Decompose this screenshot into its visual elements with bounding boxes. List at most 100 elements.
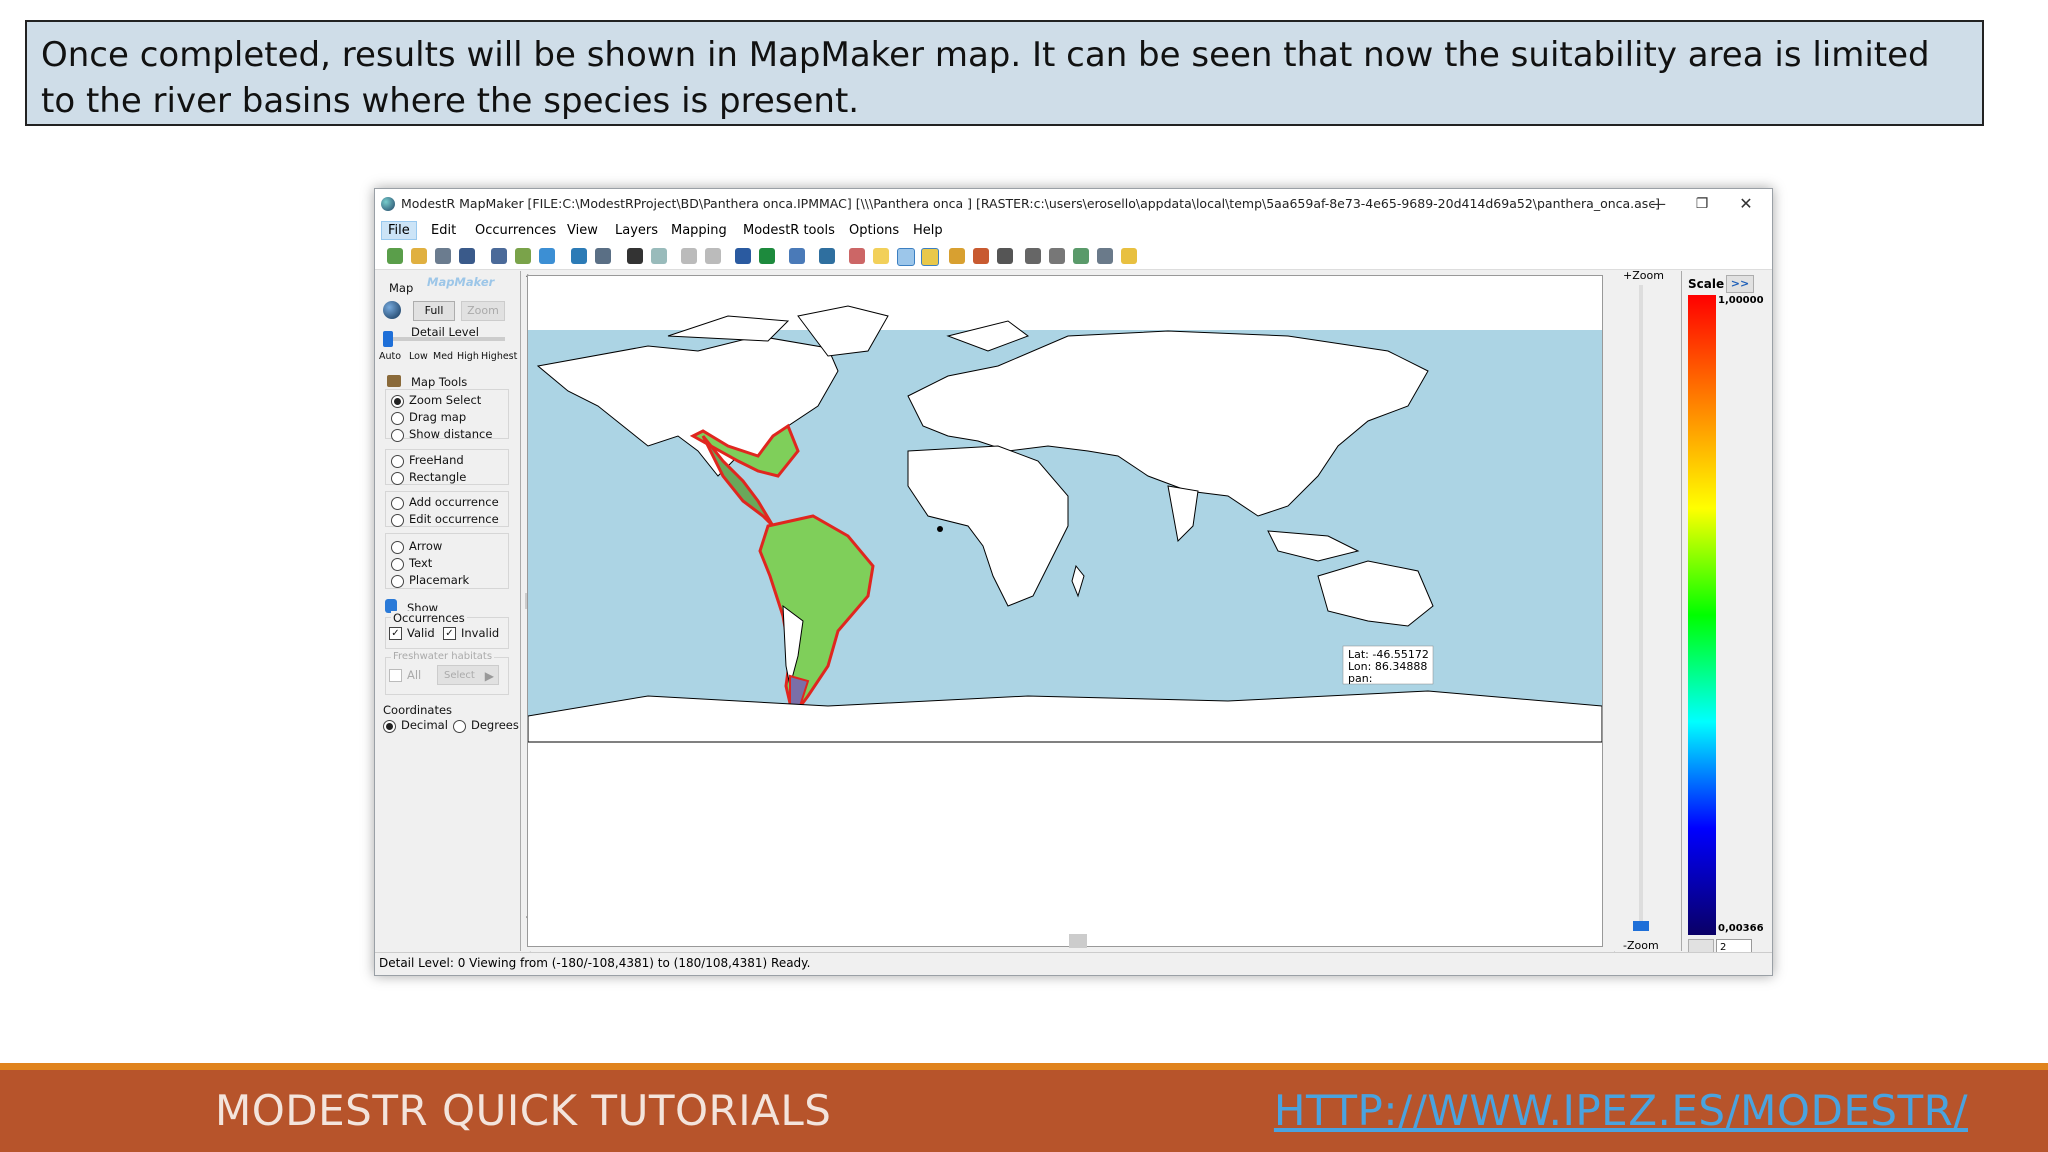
zoom-select-radio[interactable] <box>391 395 404 408</box>
scale-panel: Scale >> 1,00000 0,00366 2 <box>1681 271 1770 957</box>
close-button[interactable]: ✕ <box>1724 191 1768 217</box>
menu-help[interactable]: Help <box>907 222 949 239</box>
highlight-icon[interactable] <box>873 248 889 264</box>
map-h-scroll-thumb[interactable] <box>1069 934 1087 948</box>
zoom-globe-icon[interactable] <box>735 248 751 264</box>
arrow-radio[interactable] <box>391 541 404 554</box>
app-globe-icon <box>381 197 395 211</box>
footer: MODESTR QUICK TUTORIALS HTTP://WWW.IPEZ.… <box>0 1070 2048 1152</box>
drag-map-radio[interactable] <box>391 412 404 425</box>
menu-mapping[interactable]: Mapping <box>665 222 733 239</box>
placemark-radio[interactable] <box>391 575 404 588</box>
menu-file[interactable]: File <box>381 221 417 240</box>
map-canvas[interactable]: Lat: -46.55172 Lon: 86.34888 pan: <box>527 275 1603 947</box>
tooltip-pan: pan: <box>1348 672 1372 685</box>
zoom-minus-label: -Zoom <box>1623 939 1659 952</box>
restore-button[interactable]: ❐ <box>1680 191 1724 217</box>
status-text: Detail Level: 0 Viewing from (-180/-108,… <box>379 956 811 970</box>
grid-analysis-icon[interactable] <box>1049 248 1065 264</box>
decimal-radio[interactable] <box>383 720 396 733</box>
refresh-icon[interactable] <box>789 248 805 264</box>
window-title: ModestR MapMaker [FILE:C:\ModestRProject… <box>401 196 1661 211</box>
freehand-label: FreeHand <box>409 453 464 467</box>
open-folder-icon[interactable] <box>411 248 427 264</box>
detail-slider-thumb[interactable] <box>383 331 393 347</box>
show-distance-label: Show distance <box>409 427 493 441</box>
add-occurrence-radio[interactable] <box>391 497 404 510</box>
rectangle-label: Rectangle <box>409 470 467 484</box>
habitat-icon[interactable] <box>1073 248 1089 264</box>
rectangle-radio[interactable] <box>391 472 404 485</box>
edit-map-icon[interactable] <box>595 248 611 264</box>
select-tool-icon[interactable] <box>897 248 915 266</box>
invalid-checkbox[interactable]: ✓ <box>443 627 456 640</box>
all-checkbox[interactable] <box>389 669 402 682</box>
menu-layers[interactable]: Layers <box>609 222 664 239</box>
export-icon[interactable] <box>539 248 555 264</box>
print-icon[interactable] <box>627 248 643 264</box>
redo-icon[interactable] <box>705 248 721 264</box>
menu-bar: File Edit Occurrences View Layers Mappin… <box>375 219 1772 243</box>
freshwater-label: Freshwater habitats <box>391 651 495 662</box>
map-label: Map <box>389 281 414 295</box>
full-button[interactable]: Full <box>413 301 455 321</box>
scale-expand-button[interactable]: >> <box>1726 275 1754 293</box>
antarctica <box>527 690 1603 743</box>
occurrence-point <box>937 526 943 532</box>
navigate-icon[interactable] <box>819 248 835 264</box>
menu-view[interactable]: View <box>561 222 604 239</box>
color-scale-gradient <box>1688 295 1716 935</box>
menu-modestr-tools[interactable]: ModestR tools <box>737 222 841 239</box>
zoom-button[interactable]: Zoom <box>461 301 505 321</box>
text-radio[interactable] <box>391 558 404 571</box>
zoom-plus-label: +Zoom <box>1623 269 1664 282</box>
globe-icon[interactable] <box>571 248 587 264</box>
anchor-icon[interactable] <box>1097 248 1113 264</box>
select-button[interactable]: Select ▶ <box>437 665 499 685</box>
image-icon[interactable] <box>651 248 667 264</box>
degrees-radio[interactable] <box>453 720 466 733</box>
footer-link[interactable]: HTTP://WWW.IPEZ.ES/MODESTR/ <box>1274 1086 1968 1135</box>
detail-high: High <box>457 351 479 362</box>
scale-min-label: 0,00366 <box>1718 923 1764 934</box>
play-icon: ▶ <box>484 669 494 683</box>
invalid-label: Invalid <box>461 626 500 640</box>
undo-icon[interactable] <box>681 248 697 264</box>
menu-edit[interactable]: Edit <box>425 222 462 239</box>
raster-tool-icon[interactable] <box>921 248 939 266</box>
globe-settings-icon[interactable] <box>459 248 475 264</box>
text-label: Text <box>409 556 433 570</box>
new-map-icon[interactable] <box>387 248 403 264</box>
edit-occurrence-icon[interactable] <box>849 248 865 264</box>
valid-checkbox[interactable]: ✓ <box>389 627 402 640</box>
freehand-radio[interactable] <box>391 455 404 468</box>
drag-map-label: Drag map <box>409 410 467 424</box>
arctic-islands <box>667 315 790 342</box>
scale-max-label: 1,00000 <box>1718 295 1764 306</box>
zoom-thumb[interactable] <box>1633 921 1649 931</box>
menu-occurrences[interactable]: Occurrences <box>469 222 562 239</box>
pencil-icon[interactable] <box>949 248 965 264</box>
callout-text: Once completed, results will be shown in… <box>41 35 1930 121</box>
zoom-track <box>1639 285 1643 925</box>
footer-accent-line <box>0 1063 2048 1070</box>
detail-slider-track <box>383 337 505 341</box>
menu-options[interactable]: Options <box>843 222 905 239</box>
decimal-label: Decimal <box>401 718 448 732</box>
toolbar <box>375 243 1772 270</box>
world-icon[interactable] <box>759 248 775 264</box>
detail-highest: Highest <box>481 351 518 362</box>
show-distance-radio[interactable] <box>391 429 404 442</box>
import-icon[interactable] <box>435 248 451 264</box>
minimize-button[interactable]: — <box>1636 191 1680 217</box>
layers-icon[interactable] <box>515 248 531 264</box>
degrees-label: Degrees <box>471 718 519 732</box>
analysis-icon[interactable] <box>1025 248 1041 264</box>
export-image-icon[interactable] <box>1121 248 1137 264</box>
lambda-icon[interactable] <box>973 248 989 264</box>
save-icon[interactable] <box>491 248 507 264</box>
filter-icon[interactable] <box>997 248 1013 264</box>
edit-occurrence-radio[interactable] <box>391 514 404 527</box>
footer-title: MODESTR QUICK TUTORIALS <box>215 1086 832 1135</box>
mapmaker-logo: MapMaker <box>427 275 495 289</box>
